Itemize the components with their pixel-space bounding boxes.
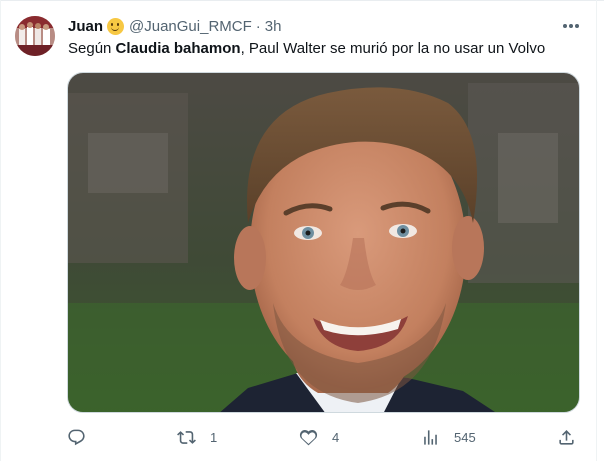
right-border [596, 0, 597, 461]
tweet-text-before: Según [68, 40, 116, 57]
views-bar-chart-icon [424, 429, 437, 445]
share-icon [559, 429, 574, 445]
like-count: 4 [332, 429, 340, 445]
tweet-header: Juan @JuanGui_RMCF · 3h [68, 16, 281, 36]
share-button[interactable] [557, 424, 576, 450]
more-options-button[interactable] [560, 16, 582, 36]
retweet-icon [177, 430, 196, 444]
reply-button[interactable] [67, 424, 100, 450]
retweet-button[interactable]: 1 [177, 424, 217, 450]
smiling-face-emoji-icon [107, 17, 125, 35]
separator-dot: · [255, 17, 261, 35]
tweet-photo[interactable] [67, 72, 580, 413]
views-count: 545 [454, 429, 476, 445]
tweet-actions: 1 4 545 [67, 424, 582, 450]
like-button[interactable]: 4 [299, 424, 339, 450]
portrait-photo [68, 73, 579, 412]
top-divider [0, 0, 604, 1]
heart-icon [299, 429, 318, 445]
left-border [0, 0, 1, 461]
avatar[interactable] [15, 16, 55, 56]
tweet-text-mention: Claudia bahamon [115, 40, 241, 57]
author-handle[interactable]: @JuanGui_RMCF [129, 18, 252, 35]
tweet-text-after: , Paul Walter se murió por la no usar un… [240, 40, 546, 57]
timestamp[interactable]: 3h [265, 18, 282, 35]
reply-icon [68, 429, 85, 445]
author-name[interactable]: Juan [68, 18, 103, 35]
retweet-count: 1 [210, 429, 218, 445]
views-button[interactable]: 545 [421, 424, 476, 450]
tweet-text: Según Claudia bahamon, Paul Walter se mu… [68, 39, 545, 59]
more-dots-icon [563, 24, 579, 28]
avatar-image [15, 16, 55, 56]
